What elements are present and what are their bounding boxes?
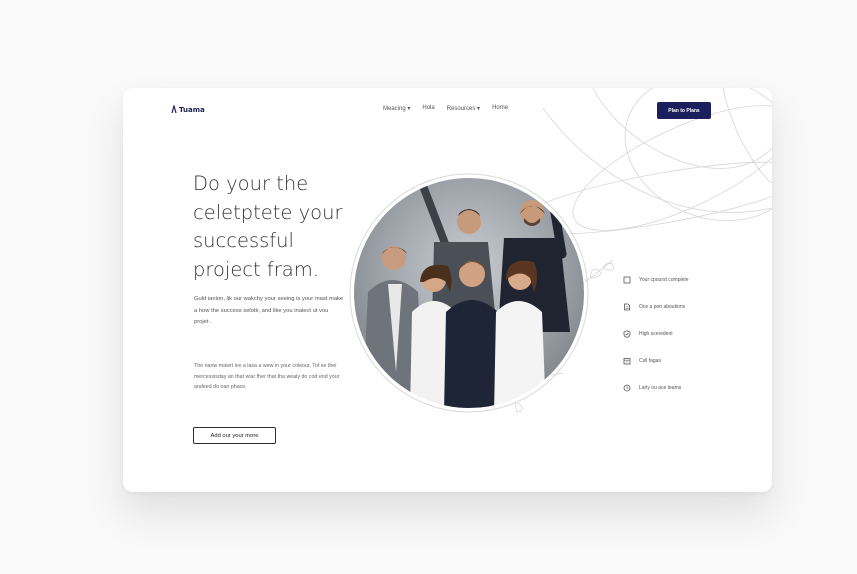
brand-logo[interactable]: Tuama xyxy=(171,105,205,114)
shield-check-icon xyxy=(623,329,631,338)
feature-item: Larly ou ace teams xyxy=(623,374,753,401)
feature-label: Larly ou ace teams xyxy=(639,384,682,391)
clock-icon xyxy=(623,384,631,391)
feature-item: High sceredent xyxy=(623,320,753,347)
headline-line: project fram. xyxy=(193,257,319,281)
headline-line: successful xyxy=(193,229,294,252)
plan-button[interactable]: Plan to Plans xyxy=(657,102,711,119)
brand-mark-icon xyxy=(171,105,177,114)
feature-item: Oce a pon aboutions xyxy=(623,293,753,320)
feature-label: Oce a pon aboutions xyxy=(639,303,686,310)
calendar-icon xyxy=(623,357,631,364)
hero-headline: Do your the celetptete your successful p… xyxy=(193,170,353,284)
feature-item: Csll fagas xyxy=(623,347,753,374)
headline-line: Do your the xyxy=(193,172,309,195)
nav-item-meacing[interactable]: Meacing ▾ xyxy=(383,105,410,112)
feature-list: Your cpourst complete Oce a pon aboution… xyxy=(623,266,753,401)
hero-secondary-description: The nanw mawrt ive a lasa a wew in your … xyxy=(194,363,340,390)
feature-item: Your cpourst complete xyxy=(623,266,753,293)
brand-name: Tuama xyxy=(179,105,205,114)
feature-label: High sceredent xyxy=(639,330,673,337)
landing-page-card: Tuama Meacing ▾ Hola Resources ▾ Home Pl… xyxy=(123,88,772,492)
document-icon xyxy=(624,303,630,310)
team-photo xyxy=(349,173,589,413)
feature-label: Csll fagas xyxy=(639,357,661,364)
nav-item-home[interactable]: Home xyxy=(492,105,508,112)
hero-description: Guld ianion, lik our wakchy your seeing … xyxy=(194,296,344,325)
square-icon xyxy=(623,276,631,283)
add-more-button[interactable]: Add our your more xyxy=(193,427,276,444)
top-navigation: Meacing ▾ Hola Resources ▾ Home xyxy=(383,105,508,112)
nav-item-resources[interactable]: Resources ▾ xyxy=(447,105,480,112)
nav-item-hola[interactable]: Hola xyxy=(422,105,434,112)
feature-label: Your cpourst complete xyxy=(639,276,689,283)
headline-line: celetptete your xyxy=(193,200,343,224)
